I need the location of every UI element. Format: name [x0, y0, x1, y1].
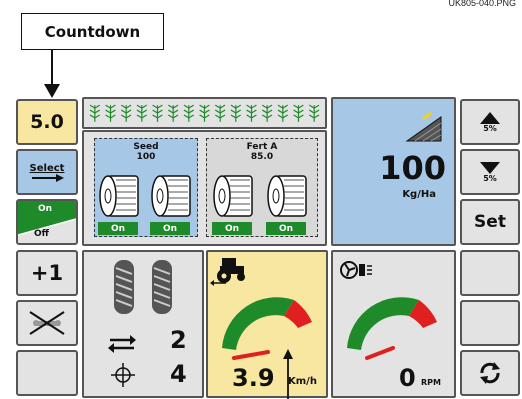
blank-left-button[interactable] — [16, 350, 78, 396]
rate-unit: Kg/Ha — [402, 189, 436, 200]
seed-motor-1-status[interactable]: On — [98, 222, 138, 235]
fert-motor-1-status[interactable]: On — [212, 222, 252, 235]
triangle-down-icon — [480, 161, 500, 174]
rate-value: 100 — [379, 149, 446, 187]
speed-callout-arrow — [283, 349, 293, 399]
cycle-pages-button[interactable] — [460, 350, 520, 396]
blank-right-button-1[interactable] — [460, 250, 520, 296]
pre-emergence-off-button[interactable] — [16, 300, 78, 346]
fert-title: Fert A — [246, 142, 278, 152]
seed-motor-2-status[interactable]: On — [150, 222, 190, 235]
blank-right-button-2[interactable] — [460, 300, 520, 346]
on-off-toggle[interactable]: On Off — [16, 199, 78, 245]
seedling-rows-icon — [89, 104, 320, 123]
fert-rate-value: 85.0 — [250, 152, 274, 162]
fan-speed-unit: RPM — [421, 378, 441, 387]
seed-roller-2-icon — [151, 175, 191, 217]
rate-decrease-button[interactable]: 5% — [460, 149, 520, 195]
fan-speed-panel[interactable]: 0 RPM — [331, 250, 456, 398]
tramline-position-value: 4 — [170, 360, 187, 388]
arrow-right-icon — [32, 173, 64, 182]
rate-ramp-icon — [405, 111, 442, 142]
forward-speed-panel[interactable]: 3.9 Km/h — [206, 250, 328, 398]
rate-increase-button[interactable]: 5% — [460, 99, 520, 145]
image-reference: UK805-040.PNG — [448, 0, 516, 8]
fert-roller-2-icon — [267, 175, 307, 217]
decrease-step-label: 5% — [483, 173, 497, 183]
tramline-panel[interactable]: 2 4 — [82, 250, 204, 398]
pre-emergence-marker-crossed-icon — [29, 311, 65, 335]
countdown-callout: Countdown — [21, 13, 164, 50]
set-button[interactable]: Set — [460, 199, 520, 245]
seed-title: Seed — [133, 142, 159, 152]
triangle-up-icon — [480, 111, 500, 124]
fan-speed-value: 0 — [399, 364, 416, 392]
fert-motor-2-status[interactable]: On — [266, 222, 306, 235]
select-button[interactable]: Select — [16, 149, 78, 195]
speed-gauge — [222, 297, 312, 360]
increase-step-label: 5% — [483, 123, 497, 133]
fert-roller-1-icon — [213, 175, 253, 217]
metering-panel: Seed 100 Fert A 85.0 On On On On — [82, 130, 327, 246]
toggle-off-label: Off — [34, 229, 49, 239]
plus-one-button[interactable]: +1 — [16, 250, 78, 296]
callout-arrow — [44, 50, 60, 98]
speed-value: 3.9 — [232, 364, 275, 392]
seed-row-strip — [82, 97, 327, 129]
metering-rollers — [99, 175, 307, 217]
tramline-interval-value: 2 — [170, 326, 187, 354]
refresh-cycle-icon — [480, 362, 500, 384]
application-rate-panel[interactable]: 100 Kg/Ha — [331, 97, 456, 246]
fan-speed-gauge — [347, 297, 437, 360]
tramline-tyres-icon — [114, 260, 172, 314]
tramline-interval-icon — [108, 335, 136, 353]
crosshair-icon — [111, 363, 135, 387]
seed-roller-1-icon — [99, 175, 139, 217]
select-label: Select — [29, 162, 65, 174]
toggle-on-label: On — [38, 204, 53, 214]
countdown-value-button[interactable]: 5.0 — [16, 99, 78, 145]
seed-rate-value: 100 — [136, 152, 156, 162]
